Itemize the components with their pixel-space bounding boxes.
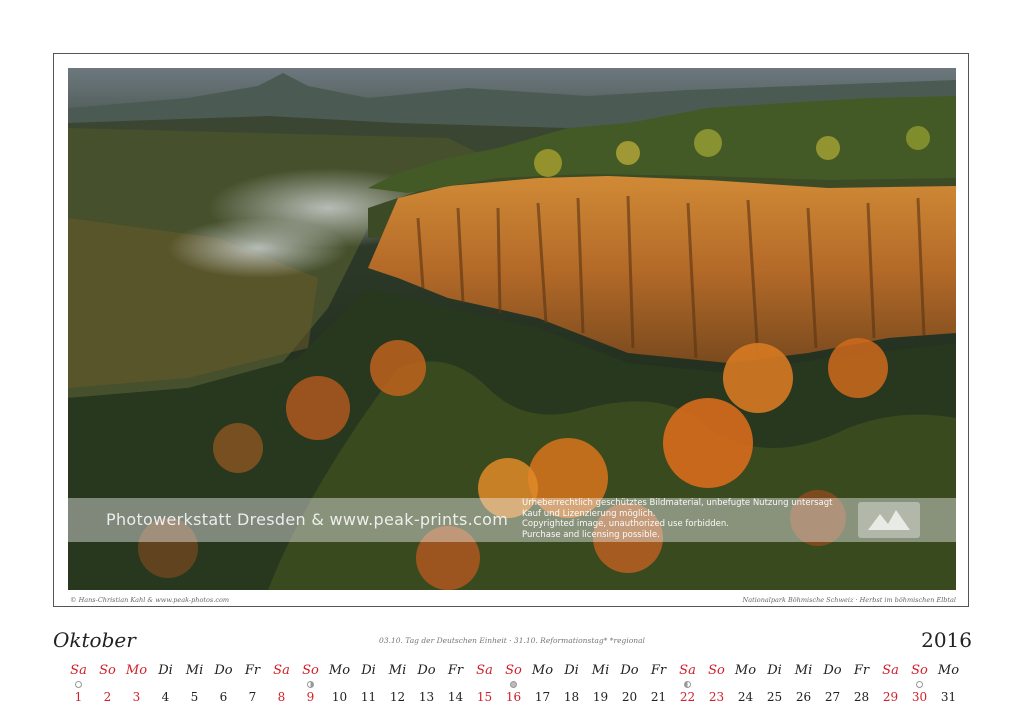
watermark-line: Urheberrechtlich geschütztes Bildmateria… (522, 498, 833, 508)
weekday-label: Sa (882, 663, 899, 678)
date-number: 16 (505, 690, 522, 704)
weekday-label: Mi (794, 663, 813, 678)
date-number: 11 (360, 690, 377, 704)
weekday-label: Mi (591, 663, 610, 678)
weekday-label: Sa (273, 663, 290, 678)
weekday-label: So (911, 663, 928, 678)
weekday-label: Fr (447, 663, 464, 678)
date-number: 13 (418, 690, 435, 704)
watermark-studio-text: Photowerkstatt Dresden & www.peak-prints… (106, 510, 509, 529)
date-number: 6 (219, 690, 228, 704)
date-number: 17 (534, 690, 551, 704)
weekday-label: Fr (650, 663, 667, 678)
moon-new-icon (916, 681, 923, 688)
weekday-label: Mo (531, 663, 554, 678)
date-number: 29 (882, 690, 899, 704)
weekday-label: Di (767, 663, 782, 678)
weekday-label: So (505, 663, 522, 678)
photo-location: Nationalpark Böhmische Schweiz · Herbst … (742, 596, 956, 604)
date-number: 20 (621, 690, 638, 704)
weekday-label: So (708, 663, 725, 678)
watermark-overlay: Photowerkstatt Dresden & www.peak-prints… (68, 498, 956, 542)
weekday-label: Di (361, 663, 376, 678)
watermark-line: Copyrighted image, unauthorized use forb… (522, 519, 729, 530)
date-number: 3 (132, 690, 141, 704)
watermark-logo-icon (858, 502, 920, 538)
weekday-label: Mo (125, 663, 148, 678)
weekday-label: Mo (734, 663, 757, 678)
date-number: 2 (103, 690, 112, 704)
date-number: 25 (766, 690, 783, 704)
date-number: 18 (563, 690, 580, 704)
moon-new-icon (75, 681, 82, 688)
weekday-label: Sa (476, 663, 493, 678)
date-number: 8 (277, 690, 286, 704)
moon-first-icon (307, 681, 314, 688)
date-number: 22 (679, 690, 696, 704)
weekday-label: Do (620, 663, 639, 678)
date-number: 14 (447, 690, 464, 704)
weekday-label: Do (417, 663, 436, 678)
date-number: 19 (592, 690, 609, 704)
moon-full-icon (510, 681, 517, 688)
weekday-label: Di (564, 663, 579, 678)
watermark-copyright-notice: Urheberrechtlich geschütztes Bildmateria… (522, 498, 832, 540)
weekday-label: Mi (185, 663, 204, 678)
date-number: 9 (306, 690, 315, 704)
weekday-label: Fr (853, 663, 870, 678)
photo-credit: © Hans-Christian Kahl & www.peak-photos.… (70, 596, 230, 604)
weekday-label: Fr (244, 663, 261, 678)
watermark-line: Kauf und Lizenzierung möglich. (522, 508, 656, 519)
date-number: 4 (161, 690, 170, 704)
date-number: 21 (650, 690, 667, 704)
date-number: 1 (74, 690, 83, 704)
date-number: 23 (708, 690, 725, 704)
date-number: 12 (389, 690, 406, 704)
moon-last-icon (684, 681, 691, 688)
weekday-label: Mo (328, 663, 351, 678)
weekday-label: Do (823, 663, 842, 678)
date-number: 31 (940, 690, 957, 704)
date-number: 7 (248, 690, 257, 704)
date-number: 26 (795, 690, 812, 704)
date-number: 27 (824, 690, 841, 704)
weekday-label: Sa (70, 663, 87, 678)
weekday-label: So (99, 663, 116, 678)
weekday-label: Mo (937, 663, 960, 678)
holiday-note: 03.10. Tag der Deutschen Einheit · 31.10… (379, 636, 645, 645)
date-number: 30 (911, 690, 928, 704)
weekday-label: So (302, 663, 319, 678)
weekday-label: Do (214, 663, 233, 678)
date-number: 5 (190, 690, 199, 704)
date-number: 10 (331, 690, 348, 704)
weekday-label: Sa (679, 663, 696, 678)
watermark-line: Purchase and licensing possible. (522, 529, 660, 540)
weekday-label: Mi (388, 663, 407, 678)
year-title: 2016 (921, 628, 972, 652)
date-number: 28 (853, 690, 870, 704)
date-number: 24 (737, 690, 754, 704)
date-number: 15 (476, 690, 493, 704)
weekday-label: Di (158, 663, 173, 678)
